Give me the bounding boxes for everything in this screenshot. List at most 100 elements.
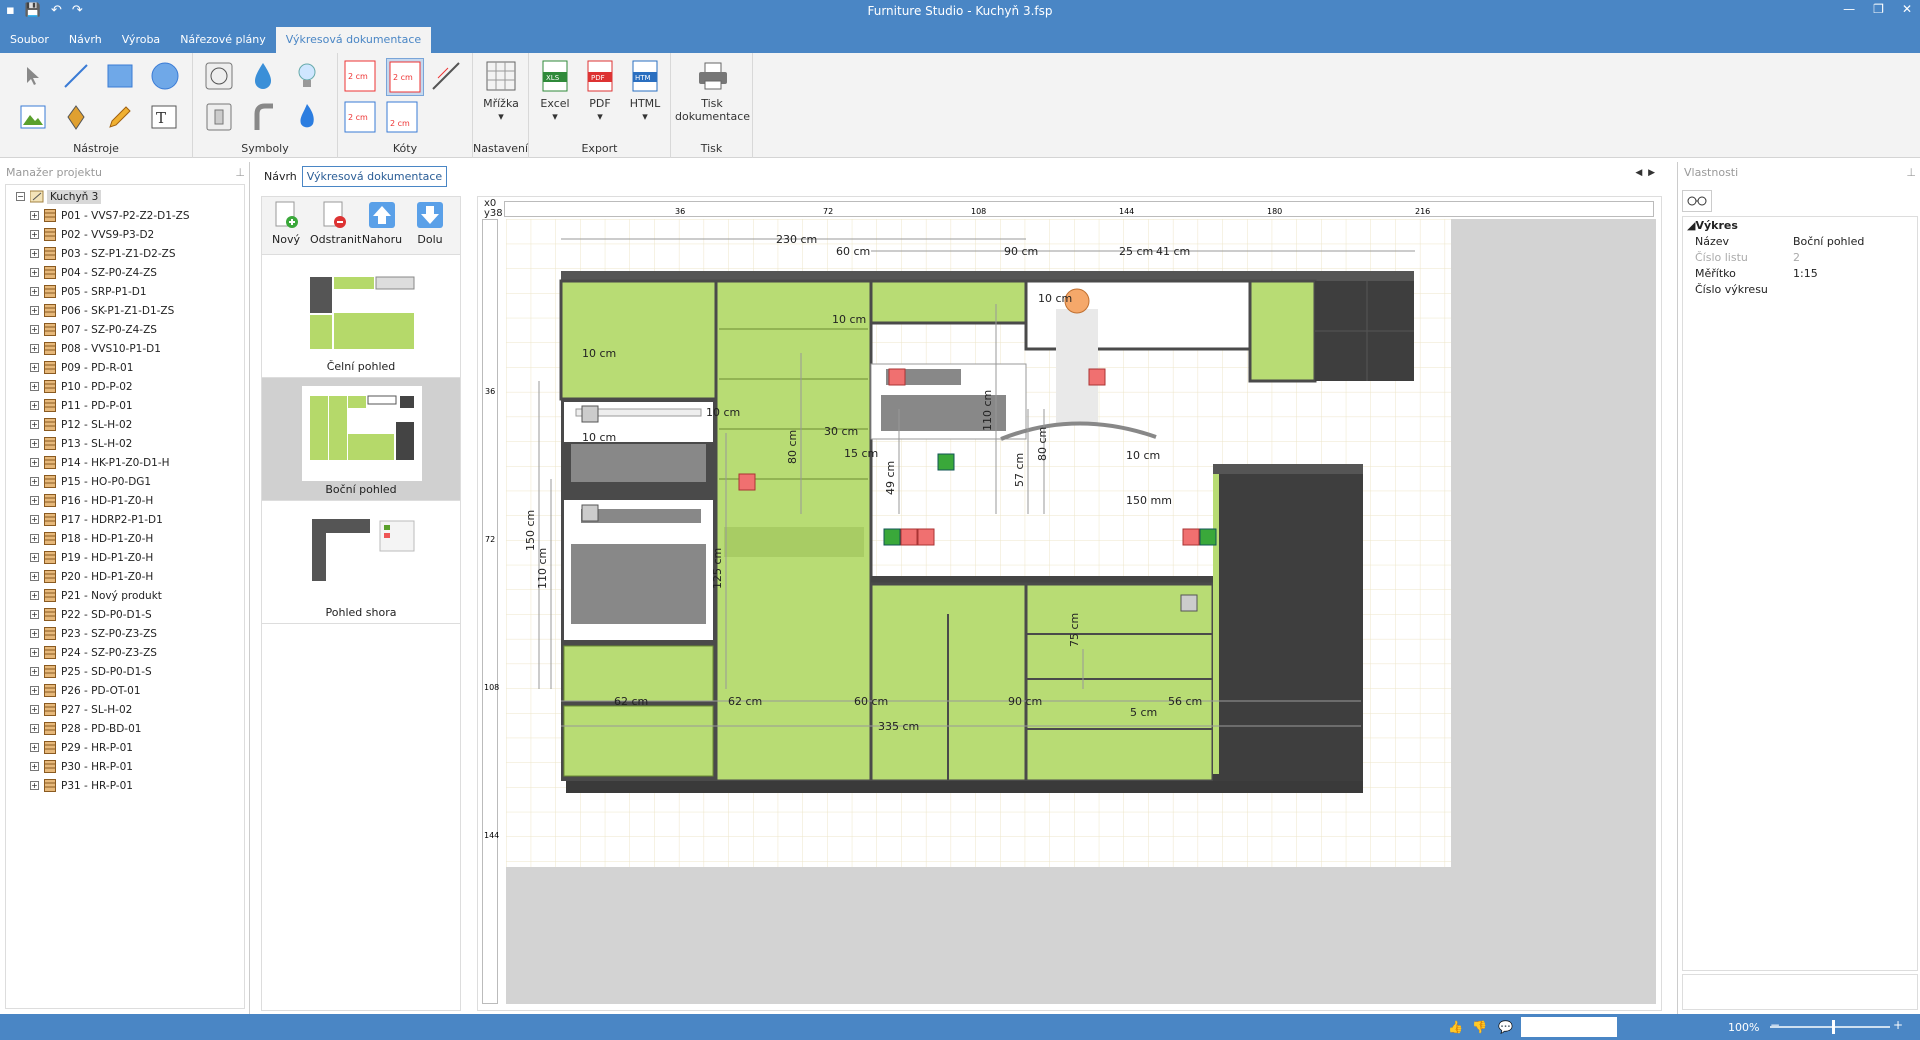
pencil-icon[interactable] [104, 101, 136, 133]
expand-icon[interactable]: + [30, 363, 39, 372]
tree-item[interactable]: + P20 - HD-P1-Z0-H [6, 567, 244, 586]
tree-item[interactable]: + P30 - HR-P-01 [6, 757, 244, 776]
tree-item[interactable]: + P06 - SK-P1-Z1-D1-ZS [6, 301, 244, 320]
restore-icon[interactable]: ❐ [1873, 2, 1884, 16]
drawing-area[interactable]: x0 y38 36 72 108 144 180 216 36 72 108 14… [477, 196, 1662, 1011]
tree-item[interactable]: + P14 - HK-P1-Z0-D1-H [6, 453, 244, 472]
tab-navrh[interactable]: Návrh [59, 27, 112, 53]
gas-flame-icon[interactable] [291, 101, 323, 133]
remove-drawing-button[interactable]: Odstranit [310, 197, 361, 254]
prev-tab-icon[interactable]: ◀ [1635, 168, 1642, 178]
move-up-button[interactable]: Nahoru [358, 197, 406, 254]
expand-icon[interactable]: + [30, 325, 39, 334]
tree-item[interactable]: + P10 - PD-P-02 [6, 377, 244, 396]
tree-item[interactable]: + P01 - VVS7-P2-Z2-D1-ZS [6, 206, 244, 225]
expand-icon[interactable]: + [30, 439, 39, 448]
comment-icon[interactable]: 💬 [1498, 1020, 1513, 1034]
tree-item[interactable]: + P26 - PD-OT-01 [6, 681, 244, 700]
expand-icon[interactable]: + [30, 743, 39, 752]
expand-icon[interactable]: + [30, 420, 39, 429]
expand-icon[interactable]: + [30, 230, 39, 239]
expand-icon[interactable]: + [30, 458, 39, 467]
tree-item[interactable]: + P31 - HR-P-01 [6, 776, 244, 795]
section-collapse-icon[interactable]: ◢ [1687, 219, 1695, 232]
horizontal-dimension-icon[interactable]: 2 cm [386, 58, 424, 96]
expand-icon[interactable]: + [30, 553, 39, 562]
expand-icon[interactable]: + [30, 724, 39, 733]
tree-item[interactable]: + P24 - SZ-P0-Z3-ZS [6, 643, 244, 662]
zoom-in-icon[interactable]: + [1893, 1018, 1903, 1032]
tree-item[interactable]: + P07 - SZ-P0-Z4-ZS [6, 320, 244, 339]
expand-icon[interactable]: + [30, 211, 39, 220]
expand-icon[interactable]: + [30, 629, 39, 638]
expand-icon[interactable]: + [30, 477, 39, 486]
tree-item[interactable]: + P27 - SL-H-02 [6, 700, 244, 719]
minimize-icon[interactable]: — [1843, 2, 1855, 16]
expand-icon[interactable]: + [30, 287, 39, 296]
expand-icon[interactable]: + [30, 249, 39, 258]
tree-item[interactable]: + P04 - SZ-P0-Z4-ZS [6, 263, 244, 282]
excel-export-button[interactable]: XLS Excel ▾ [535, 59, 575, 123]
prop-row-name[interactable]: Název Boční pohled [1683, 233, 1917, 249]
water-drop-icon[interactable] [247, 60, 279, 92]
expand-icon[interactable]: + [30, 610, 39, 619]
tree-item[interactable]: + P02 - VVS9-P3-D2 [6, 225, 244, 244]
height-dimension-icon[interactable]: 2 cm [386, 101, 418, 133]
tab-vyroba[interactable]: Výroba [112, 27, 170, 53]
html-export-button[interactable]: HTM HTML ▾ [625, 59, 665, 123]
expand-icon[interactable]: + [30, 401, 39, 410]
pipe-icon[interactable] [247, 101, 279, 133]
new-drawing-button[interactable]: Nový [262, 197, 310, 254]
expand-icon[interactable]: + [30, 515, 39, 524]
tree-item[interactable]: + P17 - HDRP2-P1-D1 [6, 510, 244, 529]
tab-design[interactable]: Návrh [259, 166, 302, 187]
tree-item[interactable]: + P12 - SL-H-02 [6, 415, 244, 434]
socket-icon[interactable] [203, 60, 235, 92]
tree-item[interactable]: + P13 - SL-H-02 [6, 434, 244, 453]
tree-item[interactable]: + P03 - SZ-P1-Z1-D2-ZS [6, 244, 244, 263]
width-dimension-icon[interactable]: 2 cm [344, 101, 376, 133]
expand-icon[interactable]: + [30, 268, 39, 277]
tree-item[interactable]: + P25 - SD-P0-D1-S [6, 662, 244, 681]
rectangle-icon[interactable] [104, 60, 136, 92]
tree-item[interactable]: + P21 - Nový produkt [6, 586, 244, 605]
tree-item[interactable]: + P19 - HD-P1-Z0-H [6, 548, 244, 567]
zoom-slider-thumb[interactable] [1832, 1020, 1835, 1034]
tree-item[interactable]: + P16 - HD-P1-Z0-H [6, 491, 244, 510]
tree-item[interactable]: + P29 - HR-P-01 [6, 738, 244, 757]
expand-icon[interactable]: + [30, 648, 39, 657]
thumbs-down-icon[interactable]: 👎 [1472, 1020, 1487, 1034]
thumbs-up-icon[interactable]: 👍 [1448, 1020, 1463, 1034]
close-icon[interactable]: ✕ [1902, 2, 1912, 16]
zoom-slider[interactable] [1770, 1026, 1890, 1028]
grid-button[interactable]: Mřížka ▾ [481, 59, 521, 123]
view-thumbnail-side[interactable]: Boční pohled [262, 378, 460, 501]
vertical-dimension-icon[interactable]: 2 cm [344, 60, 376, 92]
prop-row-scale[interactable]: Měřítko 1:15 [1683, 265, 1917, 281]
light-bulb-icon[interactable] [291, 60, 323, 92]
text-icon[interactable]: T [149, 101, 181, 133]
prop-row-sheet-number[interactable]: Číslo listu 2 [1683, 249, 1917, 265]
collapse-icon[interactable]: − [16, 192, 25, 201]
tree-item[interactable]: + P18 - HD-P1-Z0-H [6, 529, 244, 548]
tree-item[interactable]: + P09 - PD-R-01 [6, 358, 244, 377]
tree-item[interactable]: + P08 - VVS10-P1-D1 [6, 339, 244, 358]
pin-icon[interactable]: ⊥ [1906, 166, 1916, 179]
tree-item[interactable]: + P15 - HO-P0-DG1 [6, 472, 244, 491]
expand-icon[interactable]: + [30, 781, 39, 790]
expand-icon[interactable]: + [30, 572, 39, 581]
pen-tool-icon[interactable] [60, 101, 92, 133]
angle-dimension-icon[interactable] [430, 60, 462, 92]
status-input[interactable] [1521, 1017, 1617, 1037]
tab-drawing-documentation[interactable]: Výkresová dokumentace [301, 166, 448, 187]
tab-narezove-plany[interactable]: Nářezové plány [170, 27, 276, 53]
expand-icon[interactable]: + [30, 382, 39, 391]
expand-icon[interactable]: + [30, 306, 39, 315]
expand-icon[interactable]: + [30, 705, 39, 714]
expand-icon[interactable]: + [30, 667, 39, 676]
tab-vykresova-dokumentace[interactable]: Výkresová dokumentace [275, 27, 432, 53]
next-tab-icon[interactable]: ▶ [1648, 168, 1655, 178]
switch-icon[interactable] [203, 101, 235, 133]
image-icon[interactable] [17, 101, 49, 133]
expand-icon[interactable]: + [30, 591, 39, 600]
